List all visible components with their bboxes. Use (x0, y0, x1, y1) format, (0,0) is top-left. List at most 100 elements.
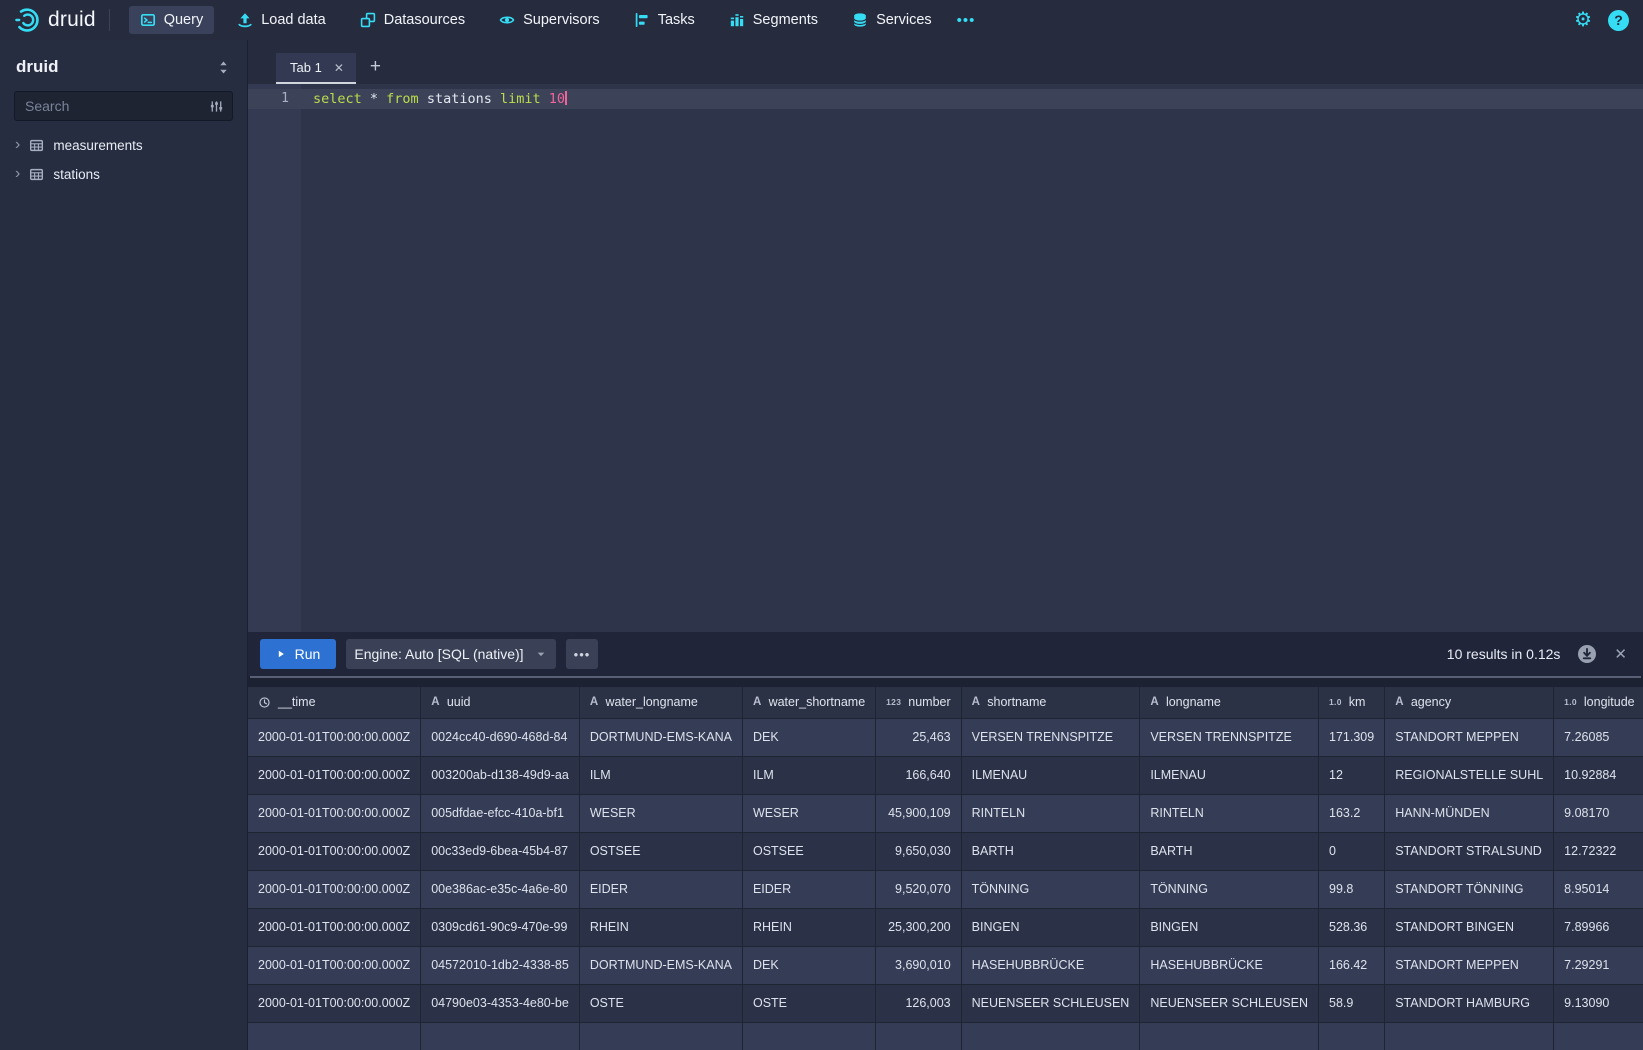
cell-water_shortname[interactable]: ILM (742, 756, 875, 794)
cell-shortname[interactable]: RINTELN (961, 794, 1140, 832)
cell-agency[interactable]: STANDORT STRALSUND (1385, 832, 1554, 870)
cell-water_shortname[interactable]: WESER (742, 794, 875, 832)
cell-shortname[interactable]: ILMENAU (961, 756, 1140, 794)
sidebar-table-measurements[interactable]: ›measurements (0, 131, 247, 160)
cell-empty[interactable] (421, 1022, 580, 1050)
nav-item-services[interactable]: Services (841, 6, 943, 34)
druid-logo[interactable]: druid (14, 7, 96, 33)
column-header-longname[interactable]: Alongname (1140, 687, 1319, 718)
cell-water_shortname[interactable]: DEK (742, 718, 875, 756)
cell-longitude[interactable]: 9.08170 (1554, 794, 1643, 832)
chevron-right-icon[interactable]: › (15, 137, 20, 153)
nav-item-segments[interactable]: Segments (718, 6, 829, 34)
cell-number[interactable]: 3,690,010 (876, 946, 961, 984)
column-header-shortname[interactable]: Ashortname (961, 687, 1140, 718)
cell-number[interactable]: 166,640 (876, 756, 961, 794)
query-more-button[interactable]: ••• (566, 639, 598, 669)
cell-empty[interactable] (579, 1022, 742, 1050)
cell-empty[interactable] (1140, 1022, 1319, 1050)
cell-uuid[interactable]: 00c33ed9-6bea-45b4-87 (421, 832, 580, 870)
cell-number[interactable]: 126,003 (876, 984, 961, 1022)
cell-water_shortname[interactable]: OSTSEE (742, 832, 875, 870)
cell-longname[interactable]: VERSEN TRENNSPITZE (1140, 718, 1319, 756)
cell-shortname[interactable]: NEUENSEER SCHLEUSEN (961, 984, 1140, 1022)
column-header-agency[interactable]: Aagency (1385, 687, 1554, 718)
cell-empty[interactable] (1554, 1022, 1643, 1050)
cell-longname[interactable]: NEUENSEER SCHLEUSEN (1140, 984, 1319, 1022)
add-tab-button[interactable]: + (370, 57, 381, 76)
column-header-number[interactable]: 123number (876, 687, 961, 718)
cell-__time[interactable]: 2000-01-01T00:00:00.000Z (248, 756, 421, 794)
cell-water_shortname[interactable]: DEK (742, 946, 875, 984)
cell-number[interactable]: 45,900,109 (876, 794, 961, 832)
cell-empty[interactable] (961, 1022, 1140, 1050)
cell-water_longname[interactable]: EIDER (579, 870, 742, 908)
nav-item-datasources[interactable]: Datasources (349, 6, 476, 34)
column-header-uuid[interactable]: Auuid (421, 687, 580, 718)
cell-longname[interactable]: BARTH (1140, 832, 1319, 870)
cell-__time[interactable]: 2000-01-01T00:00:00.000Z (248, 870, 421, 908)
sql-code-line[interactable]: select * from stations limit 10 (313, 89, 567, 109)
cell-longitude[interactable]: 10.92884 (1554, 756, 1643, 794)
nav-item-tasks[interactable]: Tasks (623, 6, 706, 34)
cell-longname[interactable]: ILMENAU (1140, 756, 1319, 794)
tab-1[interactable]: Tab 1 ✕ (276, 53, 356, 84)
cell-shortname[interactable]: TÖNNING (961, 870, 1140, 908)
cell-water_longname[interactable]: OSTE (579, 984, 742, 1022)
help-button[interactable]: ? (1608, 10, 1629, 31)
cell-water_shortname[interactable]: OSTE (742, 984, 875, 1022)
cell-empty[interactable] (1319, 1022, 1385, 1050)
download-results-icon[interactable] (1577, 644, 1597, 664)
cell-uuid[interactable]: 04572010-1db2-4338-85 (421, 946, 580, 984)
cell-agency[interactable]: STANDORT TÖNNING (1385, 870, 1554, 908)
cell-agency[interactable]: REGIONALSTELLE SUHL (1385, 756, 1554, 794)
cell-longitude[interactable]: 8.95014 (1554, 870, 1643, 908)
cell-number[interactable]: 25,463 (876, 718, 961, 756)
cell-uuid[interactable]: 003200ab-d138-49d9-aa (421, 756, 580, 794)
column-header-km[interactable]: 1.0km (1319, 687, 1385, 718)
tab-close-icon[interactable]: ✕ (334, 61, 344, 75)
cell-water_shortname[interactable]: RHEIN (742, 908, 875, 946)
cell-water_longname[interactable]: ILM (579, 756, 742, 794)
cell-shortname[interactable]: HASEHUBBRÜCKE (961, 946, 1140, 984)
cell-agency[interactable]: HANN-MÜNDEN (1385, 794, 1554, 832)
cell-empty[interactable] (248, 1022, 421, 1050)
cell-water_longname[interactable]: DORTMUND-EMS-KANA (579, 946, 742, 984)
cell-__time[interactable]: 2000-01-01T00:00:00.000Z (248, 908, 421, 946)
cell-__time[interactable]: 2000-01-01T00:00:00.000Z (248, 718, 421, 756)
cell-km[interactable]: 166.42 (1319, 946, 1385, 984)
column-header-water_longname[interactable]: Awater_longname (579, 687, 742, 718)
cell-shortname[interactable]: VERSEN TRENNSPITZE (961, 718, 1140, 756)
cell-uuid[interactable]: 005dfdae-efcc-410a-bf1 (421, 794, 580, 832)
cell-__time[interactable]: 2000-01-01T00:00:00.000Z (248, 832, 421, 870)
cell-agency[interactable]: STANDORT HAMBURG (1385, 984, 1554, 1022)
cell-__time[interactable]: 2000-01-01T00:00:00.000Z (248, 946, 421, 984)
cell-km[interactable]: 0 (1319, 832, 1385, 870)
cell-km[interactable]: 163.2 (1319, 794, 1385, 832)
search-input[interactable] (25, 98, 209, 114)
cell-number[interactable]: 9,650,030 (876, 832, 961, 870)
cell-km[interactable]: 12 (1319, 756, 1385, 794)
cell-longitude[interactable]: 9.13090 (1554, 984, 1643, 1022)
cell-uuid[interactable]: 0309cd61-90c9-470e-99 (421, 908, 580, 946)
cell-km[interactable]: 528.36 (1319, 908, 1385, 946)
cell-longitude[interactable]: 7.26085 (1554, 718, 1643, 756)
column-header-longitude[interactable]: 1.0longitude (1554, 687, 1643, 718)
nav-item-load-data[interactable]: Load data (226, 6, 337, 34)
cell-water_shortname[interactable]: EIDER (742, 870, 875, 908)
cell-km[interactable]: 58.9 (1319, 984, 1385, 1022)
cell-number[interactable]: 25,300,200 (876, 908, 961, 946)
cell-shortname[interactable]: BARTH (961, 832, 1140, 870)
cell-longitude[interactable]: 7.29291 (1554, 946, 1643, 984)
cell-water_longname[interactable]: RHEIN (579, 908, 742, 946)
cell-km[interactable]: 171.309 (1319, 718, 1385, 756)
cell-longname[interactable]: BINGEN (1140, 908, 1319, 946)
cell-shortname[interactable]: BINGEN (961, 908, 1140, 946)
navbar-more-button[interactable]: ••• (949, 6, 984, 35)
cell-water_longname[interactable]: WESER (579, 794, 742, 832)
cell-uuid[interactable]: 04790e03-4353-4e80-be (421, 984, 580, 1022)
column-header-water_shortname[interactable]: Awater_shortname (742, 687, 875, 718)
cell-__time[interactable]: 2000-01-01T00:00:00.000Z (248, 984, 421, 1022)
cell-water_longname[interactable]: DORTMUND-EMS-KANA (579, 718, 742, 756)
cell-longname[interactable]: RINTELN (1140, 794, 1319, 832)
